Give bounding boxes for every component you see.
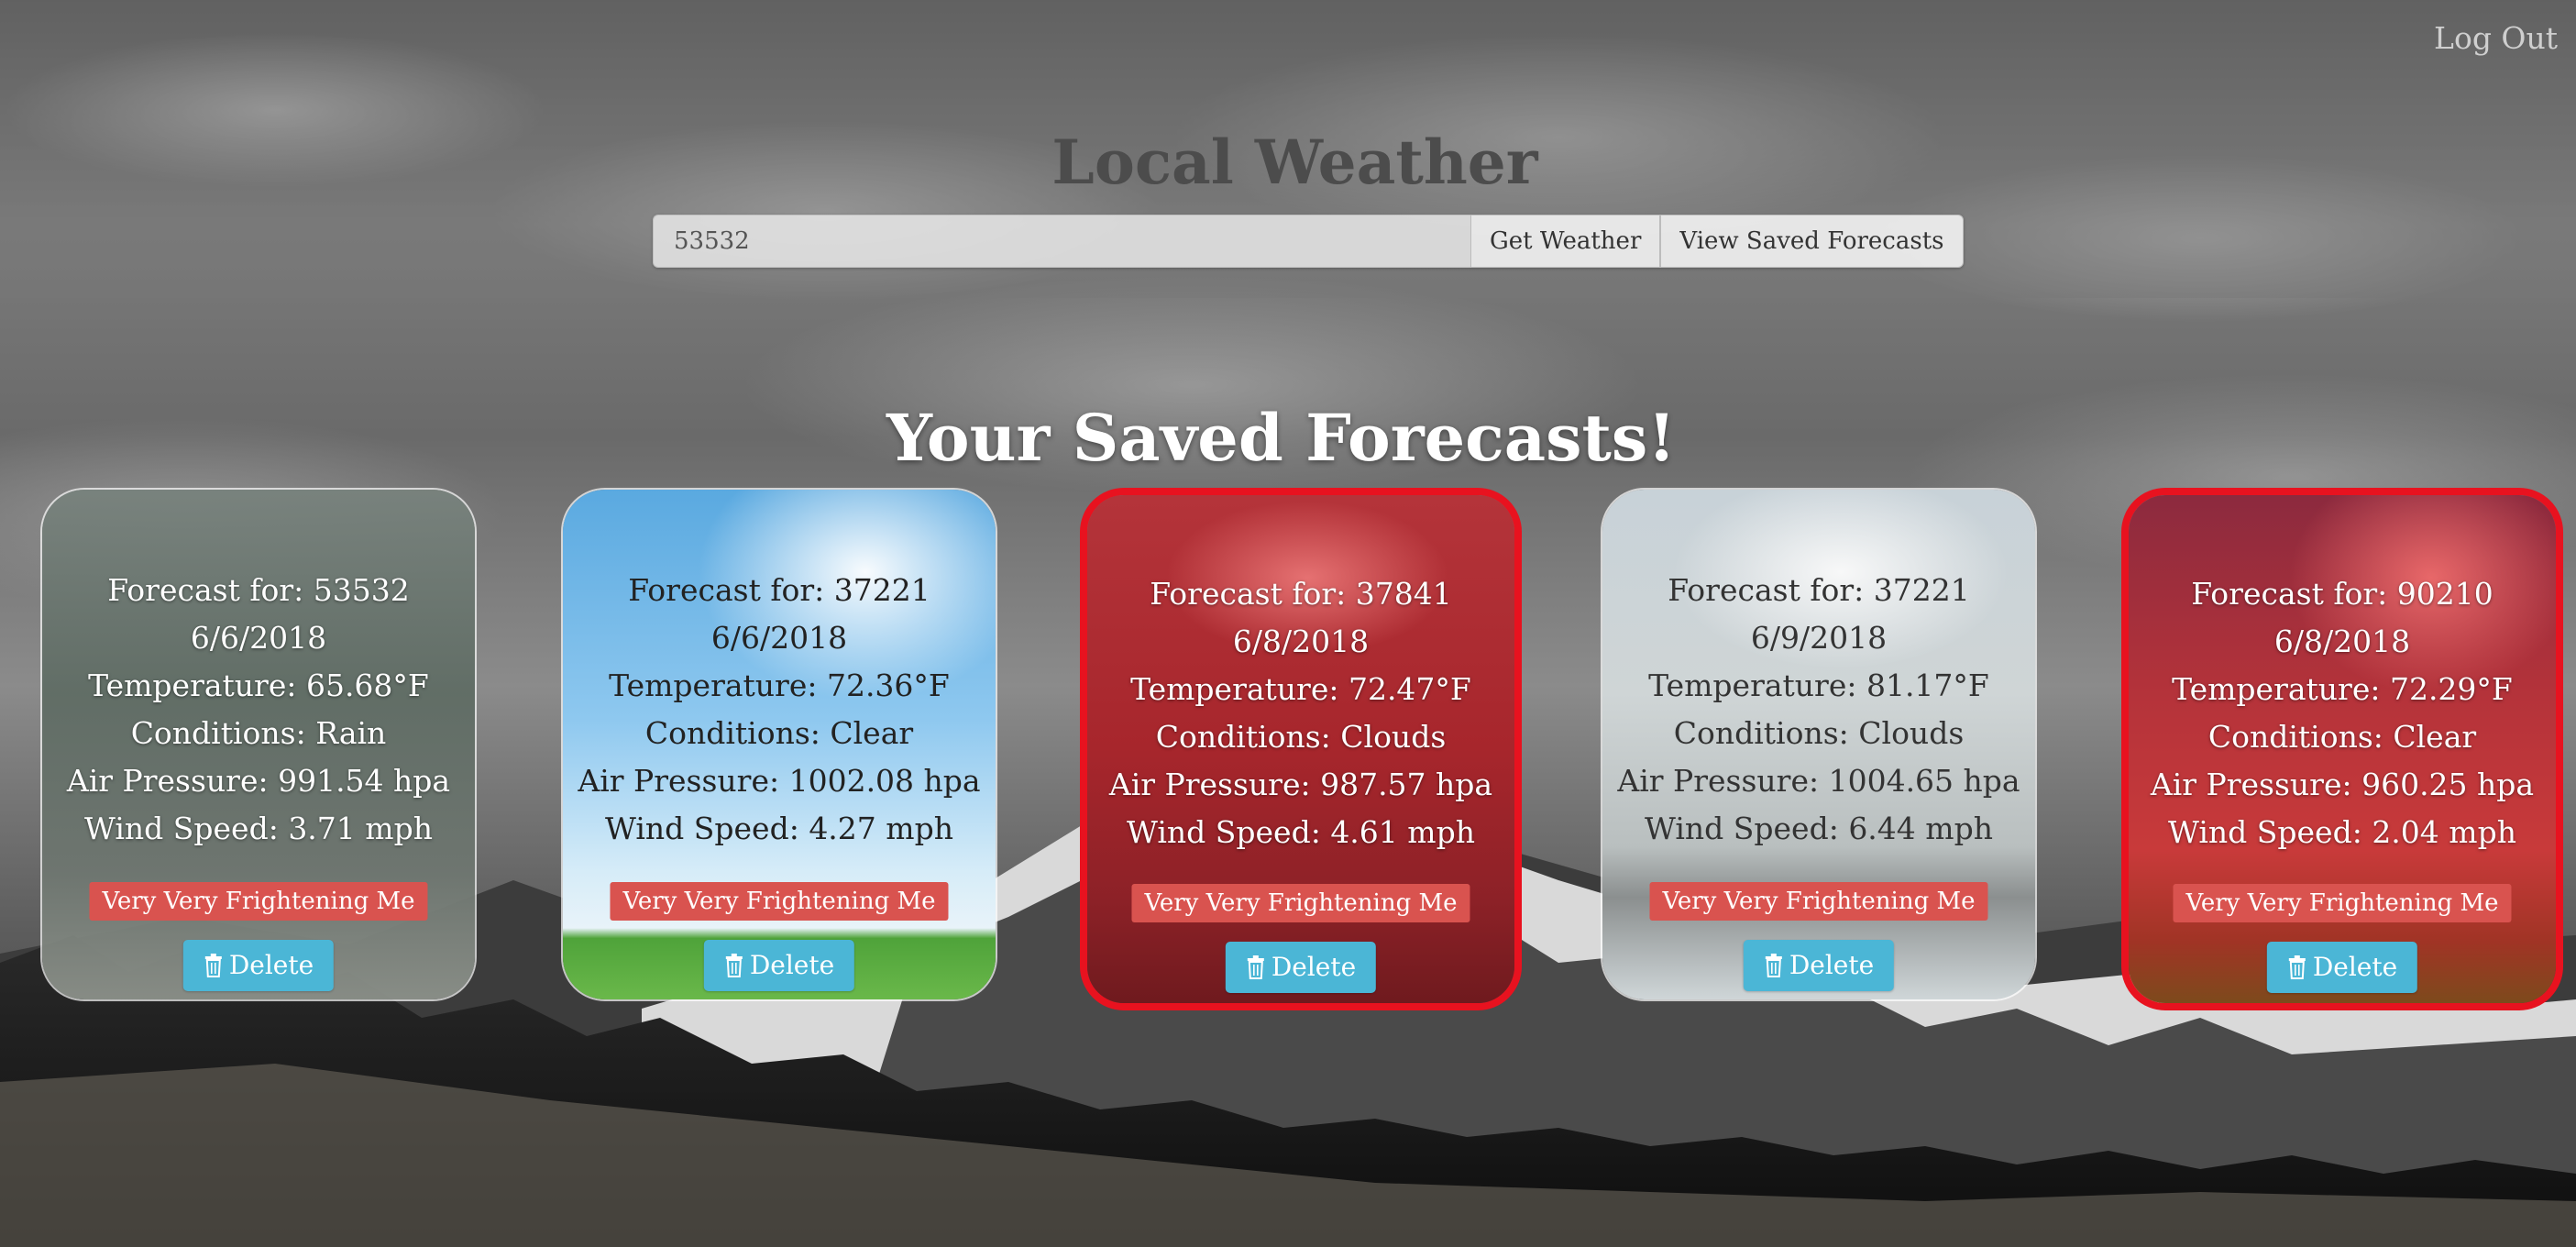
frightening-badge: Very Very Frightening Me [89,882,428,921]
delete-forecast-button[interactable]: Delete [1225,942,1377,993]
forecast-date: 6/6/2018 [710,620,848,656]
forecast-temperature: Temperature: 65.68°F [88,668,429,703]
trash-icon [725,954,743,977]
forecast-details: Forecast for: 37221 6/6/2018 Temperature: … [563,567,996,853]
forecast-conditions: Conditions: Rain [130,715,387,751]
search-form: Get Weather View Saved Forecasts [653,215,1964,268]
forecast-wind-speed: Wind Speed: 6.44 mph [1645,811,1993,846]
forecast-conditions: Conditions: Clouds [1673,715,1965,751]
trash-icon [1247,955,1264,979]
card-body: Forecast for: 53532 6/6/2018 Temperature: … [42,490,475,999]
forecast-zip: Forecast for: 37221 [1668,572,1970,608]
frightening-badge: Very Very Frightening Me [610,882,949,921]
zip-search-input[interactable] [653,215,1470,268]
delete-label: Delete [2312,952,2398,982]
forecast-details: Forecast for: 53532 6/6/2018 Temperature: … [42,567,475,853]
forecast-wind-speed: Wind Speed: 3.71 mph [84,811,433,846]
frightening-badge: Very Very Frightening Me [1649,882,1988,921]
forecast-zip: Forecast for: 90210 [2191,576,2493,612]
top-header: Log Out Local Weather Get Weather View S… [0,0,2576,298]
forecast-air-pressure: Air Pressure: 960.25 hpa [2150,767,2535,802]
get-weather-button[interactable]: Get Weather [1470,215,1661,268]
forecast-air-pressure: Air Pressure: 987.57 hpa [1108,767,1493,802]
trash-icon [2288,955,2306,979]
delete-label: Delete [1789,950,1875,980]
forecast-card: Forecast for: 53532 6/6/2018 Temperature: … [40,488,477,1001]
forecast-date: 6/6/2018 [190,620,327,656]
frightening-badge: Very Very Frightening Me [1131,884,1470,922]
forecast-temperature: Temperature: 72.36°F [609,668,950,703]
frightening-badge: Very Very Frightening Me [2173,884,2512,922]
forecast-zip: Forecast for: 37841 [1150,576,1452,612]
forecast-date: 6/8/2018 [1232,624,1370,659]
site-title: Local Weather [1051,127,1538,198]
forecast-zip: Forecast for: 37221 [628,572,930,608]
trash-icon [204,954,222,977]
delete-label: Delete [1271,952,1357,982]
forecast-temperature: Temperature: 72.47°F [1130,671,1471,707]
delete-forecast-button[interactable]: Delete [2266,942,2418,993]
trash-icon [1765,954,1782,977]
forecast-details: Forecast for: 90210 6/8/2018 Temperature: … [2129,570,2556,856]
delete-label: Delete [749,950,835,980]
delete-forecast-button[interactable]: Delete [182,940,335,991]
forecast-details: Forecast for: 37221 6/9/2018 Temperature: … [1602,567,2035,853]
forecast-card: Forecast for: 37841 6/8/2018 Temperature: … [1080,488,1522,1010]
card-body: Forecast for: 37221 6/9/2018 Temperature: … [1602,490,2035,999]
card-body: Forecast for: 37221 6/6/2018 Temperature: … [563,490,996,999]
forecast-air-pressure: Air Pressure: 1004.65 hpa [1617,763,2020,799]
forecast-card: Forecast for: 90210 6/8/2018 Temperature: … [2121,488,2563,1010]
forecast-air-pressure: Air Pressure: 1002.08 hpa [578,763,981,799]
forecast-wind-speed: Wind Speed: 4.27 mph [605,811,953,846]
forecast-wind-speed: Wind Speed: 2.04 mph [2168,814,2516,850]
forecast-date: 6/8/2018 [2273,624,2411,659]
forecast-details: Forecast for: 37841 6/8/2018 Temperature: … [1087,570,1514,856]
forecast-air-pressure: Air Pressure: 991.54 hpa [66,763,451,799]
forecast-conditions: Conditions: Clouds [1155,719,1447,755]
forecast-conditions: Conditions: Clear [2207,719,2477,755]
view-saved-forecasts-button[interactable]: View Saved Forecasts [1660,215,1964,268]
forecast-zip: Forecast for: 53532 [107,572,410,608]
delete-forecast-button[interactable]: Delete [1743,940,1895,991]
logout-link[interactable]: Log Out [2434,20,2558,56]
delete-label: Delete [228,950,314,980]
card-body: Forecast for: 90210 6/8/2018 Temperature: … [2129,495,2556,1003]
forecast-card: Forecast for: 37221 6/9/2018 Temperature: … [1601,488,2037,1001]
card-body: Forecast for: 37841 6/8/2018 Temperature: … [1087,495,1514,1003]
forecast-temperature: Temperature: 81.17°F [1648,668,1989,703]
forecast-conditions: Conditions: Clear [644,715,914,751]
forecast-date: 6/9/2018 [1750,620,1888,656]
forecast-wind-speed: Wind Speed: 4.61 mph [1127,814,1475,850]
delete-forecast-button[interactable]: Delete [703,940,855,991]
forecast-card: Forecast for: 37221 6/6/2018 Temperature: … [561,488,997,1001]
saved-forecasts-heading: Your Saved Forecasts! [886,400,1676,476]
forecast-temperature: Temperature: 72.29°F [2172,671,2513,707]
